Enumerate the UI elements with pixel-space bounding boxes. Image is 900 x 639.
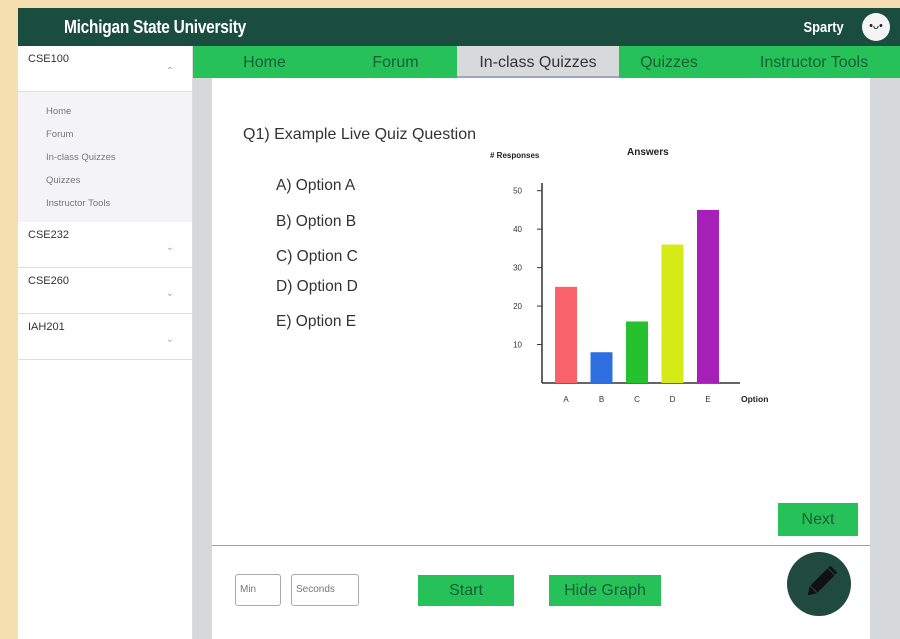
bar-b xyxy=(590,352,613,383)
answer-option-d[interactable]: D) Option D xyxy=(276,278,358,296)
course-cse260[interactable]: CSE260 ⌄ xyxy=(18,268,192,314)
x-axis-label: Option xyxy=(741,394,768,404)
y-tick-label: 20 xyxy=(513,302,522,311)
course-label: CSE100 xyxy=(28,53,69,65)
course-label: CSE260 xyxy=(28,275,69,287)
top-header: Michigan State University Sparty •ᴗ• xyxy=(18,8,900,46)
answer-option-b[interactable]: B) Option B xyxy=(276,213,356,231)
subnav-item-instructor-tools[interactable]: Instructor Tools xyxy=(46,192,192,215)
x-tick-label: A xyxy=(563,395,569,404)
divider xyxy=(212,545,870,546)
answers-bar-chart: Answers # Responses Option 10 20 30 40 50 A B C D E xyxy=(490,147,768,404)
x-tick-label: B xyxy=(599,395,604,404)
course-label: IAH201 xyxy=(28,321,65,333)
x-tick-label: C xyxy=(634,395,640,404)
next-button[interactable]: Next xyxy=(778,503,858,536)
chevron-down-icon[interactable]: ⌄ xyxy=(166,288,174,299)
user-name[interactable]: Sparty xyxy=(804,19,844,36)
avatar[interactable]: •ᴗ• xyxy=(862,13,890,41)
hide-graph-button[interactable]: Hide Graph xyxy=(549,575,661,606)
bar-c xyxy=(626,321,648,383)
bar-e xyxy=(697,209,719,383)
minutes-input[interactable]: Min xyxy=(235,574,281,606)
course-label: CSE232 xyxy=(28,229,69,241)
start-button[interactable]: Start xyxy=(418,575,514,606)
answer-option-c[interactable]: C) Option C xyxy=(276,248,358,266)
nav-tabs: Home Forum In-class Quizzes Quizzes Inst… xyxy=(193,46,900,78)
edit-button[interactable] xyxy=(787,552,851,616)
seconds-input[interactable]: Seconds xyxy=(291,574,359,606)
subnav-item-in-class-quizzes[interactable]: In-class Quizzes xyxy=(46,146,192,169)
chart-title: Answers xyxy=(627,147,669,158)
course-subnav: Home Forum In-class Quizzes Quizzes Inst… xyxy=(18,92,192,222)
subnav-item-home[interactable]: Home xyxy=(46,100,192,123)
tab-in-class-quizzes[interactable]: In-class Quizzes xyxy=(457,46,619,78)
y-tick-label: 10 xyxy=(513,341,522,350)
tab-quizzes[interactable]: Quizzes xyxy=(619,46,719,78)
pencil-body xyxy=(810,568,835,593)
pencil-icon xyxy=(807,565,838,596)
y-tick-label: 50 xyxy=(513,187,522,196)
answer-option-e[interactable]: E) Option E xyxy=(276,313,356,331)
x-tick-label: E xyxy=(705,395,710,404)
tab-instructor-tools[interactable]: Instructor Tools xyxy=(749,46,879,78)
quiz-panel: Q1) Example Live Quiz Question A) Option… xyxy=(212,78,870,639)
answer-option-a[interactable]: A) Option A xyxy=(276,177,355,195)
subnav-item-quizzes[interactable]: Quizzes xyxy=(46,169,192,192)
chevron-down-icon[interactable]: ⌄ xyxy=(166,242,174,253)
tab-forum[interactable]: Forum xyxy=(328,46,463,78)
y-tick-label: 30 xyxy=(513,264,522,273)
tab-home[interactable]: Home xyxy=(193,46,336,78)
course-cse100[interactable]: CSE100 ⌃ xyxy=(18,46,192,92)
brand-title: Michigan State University xyxy=(64,17,246,37)
y-axis-label: # Responses xyxy=(490,151,540,160)
course-iah201[interactable]: IAH201 ⌄ xyxy=(18,314,192,360)
bar-d xyxy=(661,244,684,383)
x-tick-label: D xyxy=(670,395,676,404)
bar-a xyxy=(555,286,577,383)
sidebar: CSE100 ⌃ Home Forum In-class Quizzes Qui… xyxy=(18,46,193,639)
chevron-up-icon[interactable]: ⌃ xyxy=(166,66,174,77)
subnav-item-forum[interactable]: Forum xyxy=(46,123,192,146)
y-tick-label: 40 xyxy=(513,225,522,234)
course-cse232[interactable]: CSE232 ⌄ xyxy=(18,222,192,268)
quiz-question: Q1) Example Live Quiz Question xyxy=(243,126,476,143)
chevron-down-icon[interactable]: ⌄ xyxy=(166,334,174,345)
